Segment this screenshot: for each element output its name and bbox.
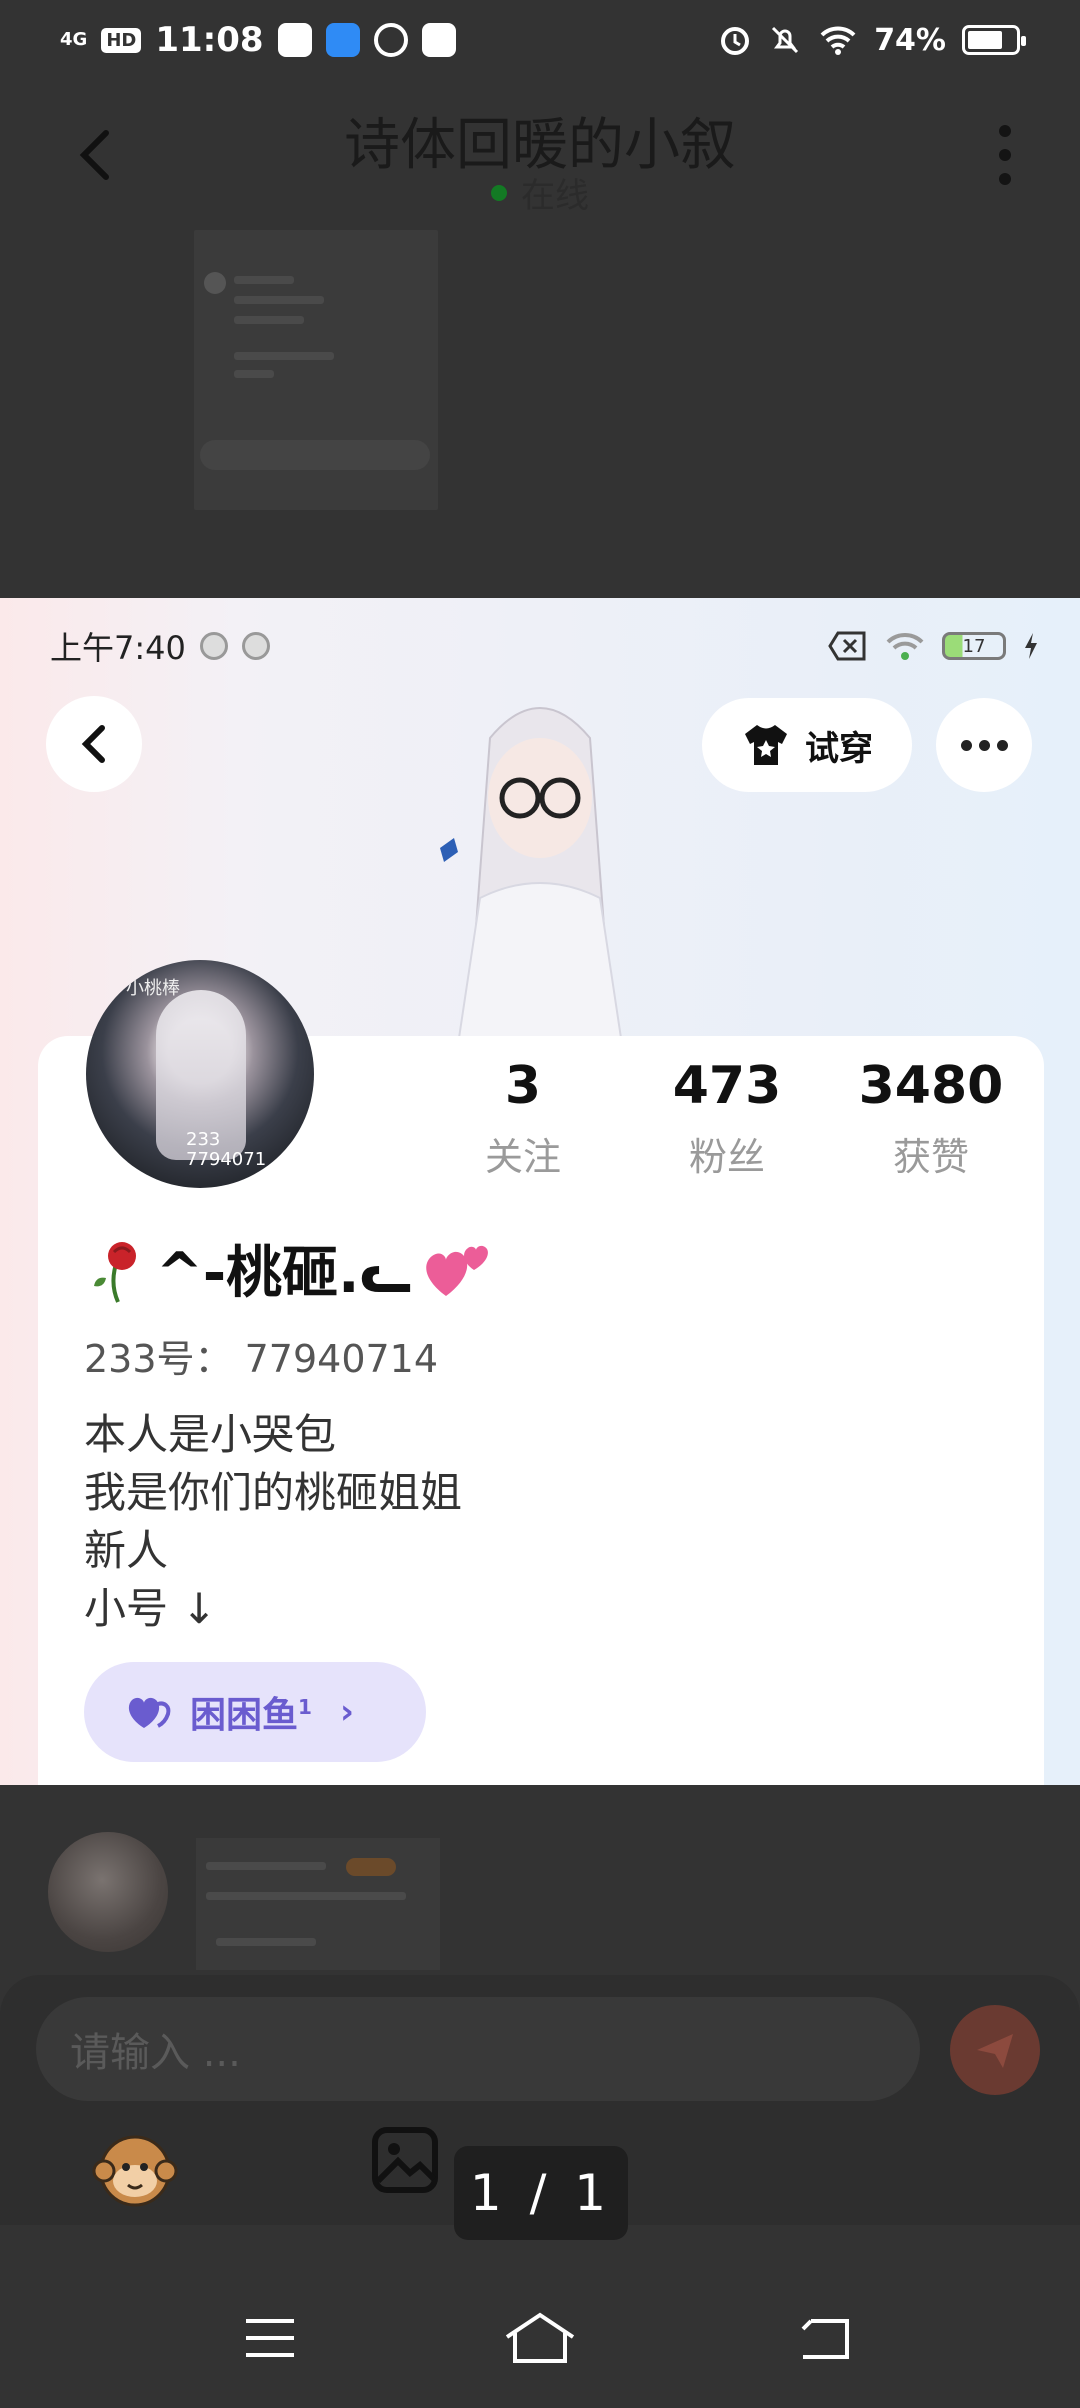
thumb-line bbox=[234, 276, 294, 284]
stat-value: 3480 bbox=[858, 1056, 1004, 1116]
system-nav-bar bbox=[0, 2268, 1080, 2408]
dot bbox=[999, 173, 1011, 185]
battery-icon bbox=[962, 25, 1026, 55]
home-icon bbox=[505, 2312, 575, 2363]
charging-icon bbox=[1025, 633, 1037, 659]
profile-back-button[interactable] bbox=[46, 696, 142, 792]
bio-line: 小号 ↓ bbox=[84, 1584, 217, 1633]
thumb-badge bbox=[346, 1858, 396, 1876]
try-on-label: 试穿 bbox=[805, 728, 873, 769]
alarm-icon bbox=[721, 27, 750, 55]
thumb-line bbox=[234, 370, 274, 378]
fan-club-name: 困困鱼 bbox=[190, 1695, 299, 1736]
stat-label: 粉丝 bbox=[688, 1135, 765, 1179]
image-icon bbox=[372, 2127, 438, 2193]
battery-percent: 74% bbox=[874, 22, 946, 58]
thumb-line bbox=[206, 1862, 326, 1870]
dot bbox=[996, 739, 1008, 751]
send-button[interactable] bbox=[950, 2005, 1040, 2095]
stat-value: 473 bbox=[672, 1056, 782, 1116]
thumb-line bbox=[234, 352, 334, 360]
dot bbox=[999, 149, 1011, 161]
notification-icon bbox=[199, 632, 228, 660]
stat-following[interactable]: 3 关注 bbox=[438, 1056, 608, 1181]
online-status: 在线 bbox=[0, 168, 1080, 217]
fan-club-button[interactable]: 困困鱼1 › bbox=[84, 1662, 426, 1762]
thumb-line bbox=[234, 296, 324, 304]
dot bbox=[999, 125, 1011, 137]
thumb-input bbox=[200, 440, 430, 470]
notification-icon bbox=[241, 632, 270, 660]
chevron-right-icon: › bbox=[339, 1692, 354, 1732]
hd-badge: HD bbox=[101, 27, 142, 53]
profile-bio: 本人是小哭包 我是你们的桃砸姐姐 新人 小号 ↓ bbox=[84, 1406, 462, 1638]
thumb-line bbox=[216, 1938, 316, 1946]
status-bar: 4G HD 11:08 74% bbox=[0, 0, 1080, 80]
menu-icon bbox=[246, 2319, 294, 2357]
recent-apps-button[interactable] bbox=[230, 2298, 310, 2378]
thumb-line bbox=[234, 316, 304, 324]
profile-nickname: ^-桃砸.ᓚ bbox=[88, 1228, 494, 1309]
dot bbox=[960, 739, 972, 751]
chat-header: 诗体回暖的小叙 在线 bbox=[0, 80, 1080, 230]
mail-notification-icon bbox=[421, 23, 456, 57]
online-dot bbox=[491, 184, 507, 201]
chat-image-thumbnail[interactable] bbox=[194, 230, 438, 510]
profile-uid: 233号： 77940714 bbox=[84, 1337, 439, 1381]
fan-club-level: 1 bbox=[298, 1695, 312, 1719]
back-nav-button[interactable] bbox=[784, 2298, 864, 2378]
screenshot-battery: 17 bbox=[942, 632, 1006, 660]
stat-likes[interactable]: 3480 获赞 bbox=[846, 1056, 1016, 1181]
stat-value: 3 bbox=[504, 1056, 542, 1116]
online-status-label: 在线 bbox=[521, 176, 589, 216]
screenshot-status-bar: 上午7:40 17 bbox=[50, 616, 1040, 676]
stat-label: 关注 bbox=[484, 1135, 561, 1179]
bio-line: 本人是小哭包 bbox=[84, 1410, 337, 1459]
wifi-icon bbox=[820, 26, 856, 55]
play-notification-icon bbox=[373, 23, 408, 57]
app-notification-icon bbox=[277, 23, 312, 57]
shirt-icon bbox=[745, 725, 787, 765]
network-indicator: 4G bbox=[60, 29, 88, 50]
chat-image-thumbnail-2[interactable] bbox=[196, 1838, 440, 1970]
chevron-left-icon bbox=[81, 725, 105, 763]
sticker-button[interactable] bbox=[92, 2125, 178, 2211]
avatar-text-bottom: 233 7794071 bbox=[186, 1129, 267, 1170]
stat-fans[interactable]: 473 粉丝 bbox=[642, 1056, 812, 1181]
rose-icon bbox=[94, 1241, 136, 1303]
sim-off-icon bbox=[828, 631, 866, 661]
thumb-line bbox=[206, 1892, 406, 1900]
mute-icon bbox=[772, 26, 799, 54]
shared-screenshot[interactable]: 上午7:40 17 试穿 小桃棒 233 7794071 3 关注 473 粉丝… bbox=[0, 598, 1080, 1785]
screenshot-clock: 上午7:40 bbox=[50, 629, 186, 667]
two-hearts-icon bbox=[425, 1245, 488, 1296]
back-arrow-icon bbox=[801, 2319, 849, 2359]
sender-avatar[interactable] bbox=[48, 1832, 168, 1952]
fan-club-label: 困困鱼1 bbox=[190, 1686, 312, 1738]
profile-more-button[interactable] bbox=[936, 698, 1032, 792]
message-input[interactable]: 请输入 ... bbox=[36, 1997, 920, 2101]
bio-line: 我是你们的桃砸姐姐 bbox=[84, 1468, 463, 1517]
hotspot-notification-icon bbox=[325, 23, 360, 57]
nickname-text: ^-桃砸.ᓚ bbox=[156, 1241, 412, 1306]
home-button[interactable] bbox=[500, 2298, 580, 2378]
image-picker-button[interactable] bbox=[370, 2125, 440, 2195]
profile-avatar[interactable]: 小桃棒 233 7794071 bbox=[86, 960, 314, 1188]
bio-line: 新人 bbox=[84, 1526, 169, 1575]
thumb-avatar bbox=[204, 272, 226, 294]
more-options-button[interactable] bbox=[990, 125, 1020, 185]
stat-label: 获赞 bbox=[892, 1135, 969, 1179]
clock: 11:08 bbox=[155, 20, 264, 60]
image-page-counter: 1 / 1 bbox=[454, 2146, 628, 2240]
monkey-sticker-icon bbox=[92, 2135, 178, 2207]
send-icon bbox=[977, 2034, 1013, 2068]
heart-icon bbox=[128, 1697, 171, 1728]
dot bbox=[978, 739, 990, 751]
wifi-icon bbox=[886, 632, 924, 660]
try-on-button[interactable]: 试穿 bbox=[702, 698, 912, 792]
avatar-text-top: 小桃棒 bbox=[126, 978, 180, 999]
